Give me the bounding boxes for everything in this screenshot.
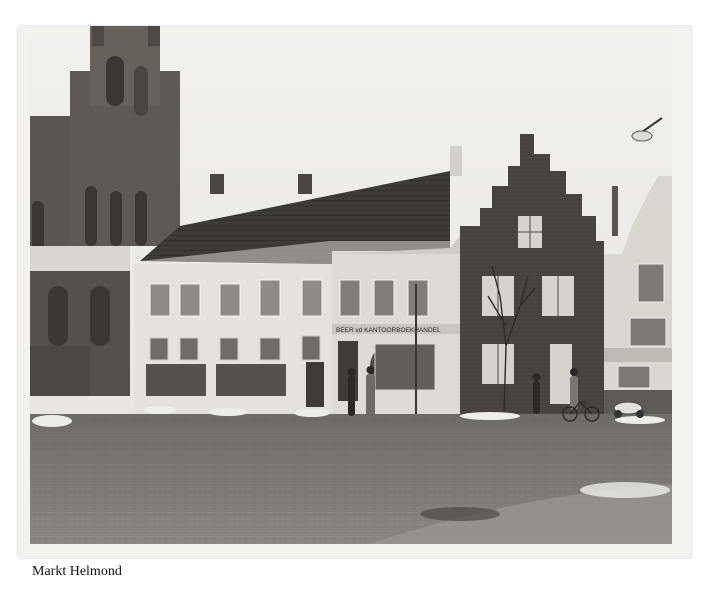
photo-print: BEER vd KANTOORBOEKHANDEL xyxy=(18,26,691,558)
photo-caption: Markt Helmond xyxy=(32,564,122,579)
market-square-photo: BEER vd KANTOORBOEKHANDEL xyxy=(30,26,672,544)
shop-sign-text: BEER vd KANTOORBOEKHANDEL xyxy=(336,327,441,334)
